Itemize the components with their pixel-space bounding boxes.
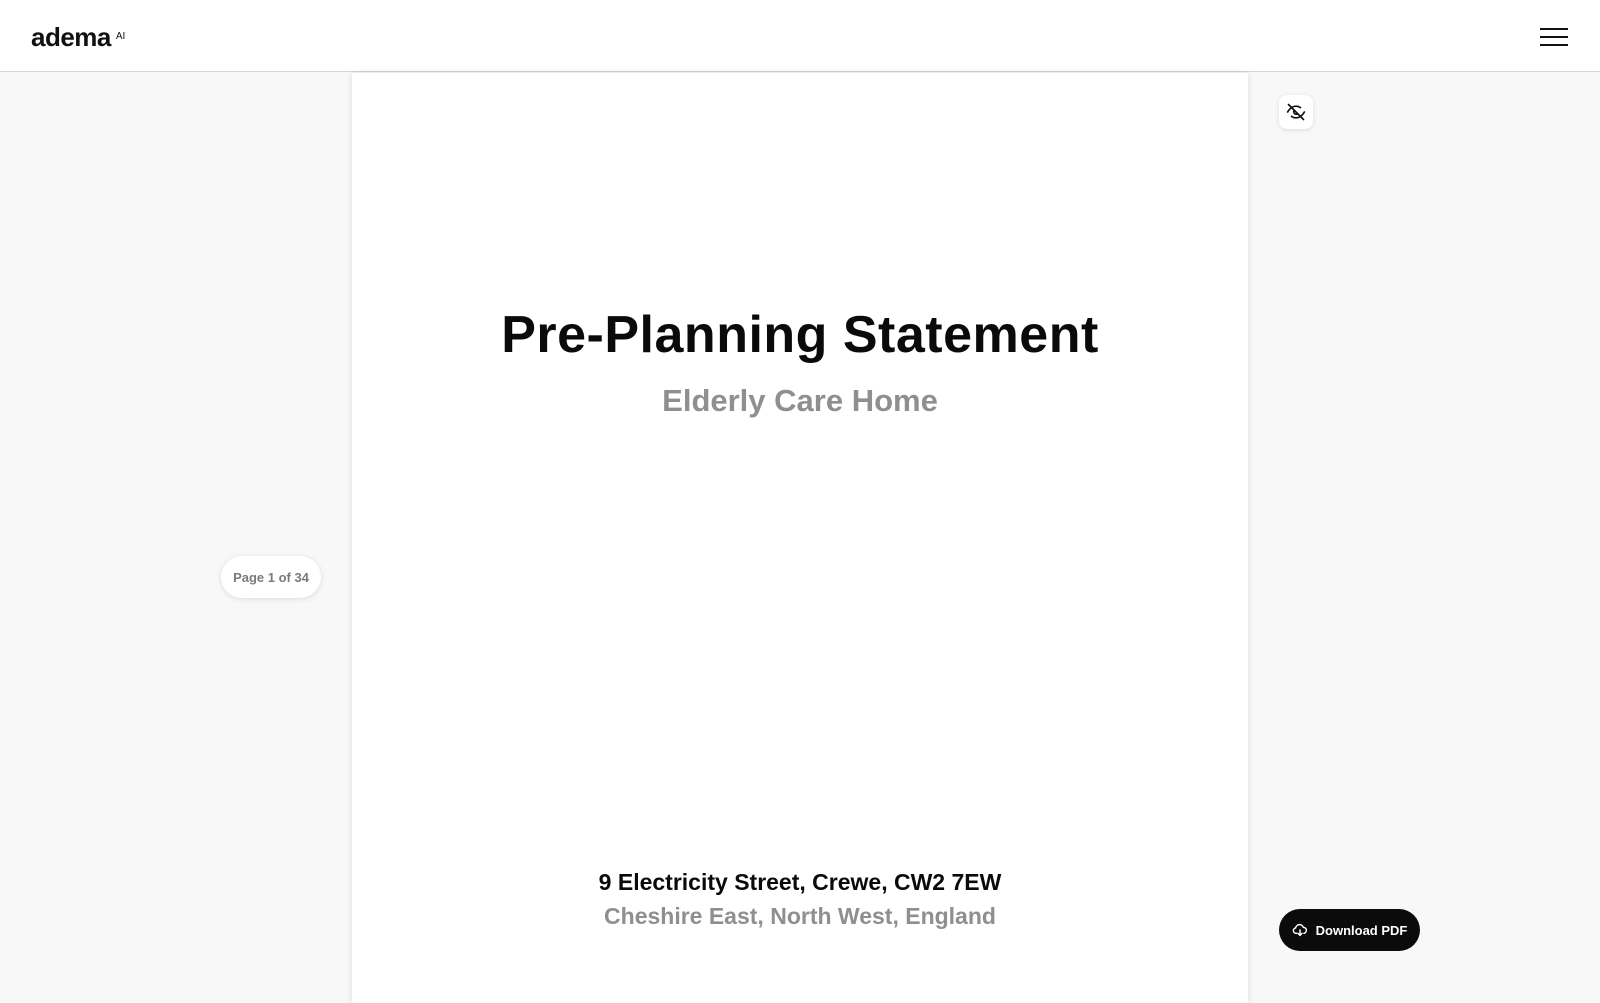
document-region: Cheshire East, North West, England [604,903,996,929]
hamburger-menu-icon[interactable] [1538,26,1570,48]
download-pdf-label: Download PDF [1315,922,1408,938]
logo-badge: AI [115,31,126,42]
download-pdf-button[interactable]: Download PDF [1279,909,1420,951]
menu-line [1540,28,1568,30]
page-indicator: Page 1 of 34 [221,556,321,598]
top-navigation-bar: adema AI [0,0,1600,72]
logo[interactable]: adema AI [31,22,125,52]
cloud-download-icon [1292,922,1308,938]
eye-off-icon [1286,103,1306,121]
logo-wordmark: adema [31,22,111,52]
menu-line [1540,44,1568,46]
visibility-toggle-button[interactable] [1279,95,1313,129]
menu-line [1540,36,1568,38]
document-subtitle: Elderly Care Home [662,383,938,418]
document-page: Pre-Planning Statement Elderly Care Home… [352,73,1248,1003]
document-address: 9 Electricity Street, Crewe, CW2 7EW [598,869,1002,895]
document-title: Pre-Planning Statement [501,306,1099,364]
